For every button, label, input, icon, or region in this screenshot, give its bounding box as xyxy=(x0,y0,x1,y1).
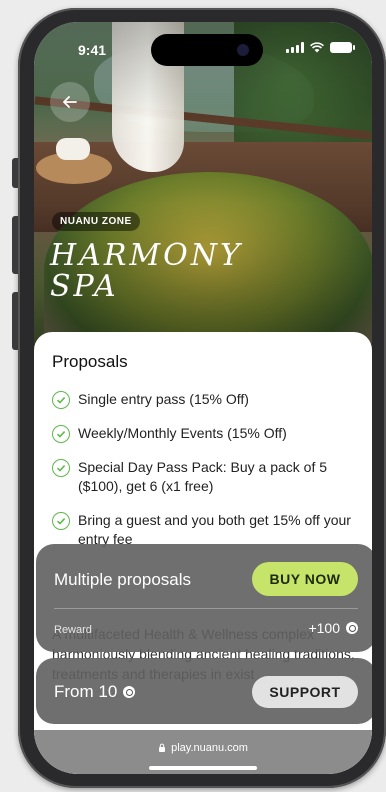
list-item: Weekly/Monthly Events (15% Off) xyxy=(52,424,362,443)
title-line-2: SPA xyxy=(50,269,119,304)
wifi-icon xyxy=(310,42,324,53)
url-value: play.nuanu.com xyxy=(171,742,248,754)
status-time: 9:41 xyxy=(78,42,107,58)
back-button[interactable] xyxy=(50,82,90,122)
check-circle-icon xyxy=(52,425,70,443)
coin-icon xyxy=(346,622,358,634)
reward-label: Reward xyxy=(54,624,92,636)
screen: 9:41 NUANU ZONE HARMONY SPA Proposals Si… xyxy=(34,22,372,774)
offer-label: Multiple proposals xyxy=(54,570,192,589)
lock-icon xyxy=(159,743,166,752)
home-indicator[interactable] xyxy=(149,766,257,770)
price-from: From 10 xyxy=(54,682,136,702)
battery-icon xyxy=(330,42,355,53)
proposals-heading: Proposals xyxy=(52,352,128,371)
title-line-1: HARMONY xyxy=(50,238,243,273)
dynamic-island xyxy=(151,34,263,66)
divider xyxy=(54,608,358,609)
zone-badge: NUANU ZONE xyxy=(52,212,140,231)
proposal-text: Special Day Pass Pack: Buy a pack of 5 (… xyxy=(78,459,328,494)
reward-value: +100 xyxy=(308,620,340,636)
offer-card: Multiple proposals BUY NOW Reward +100 xyxy=(36,544,372,652)
proposal-text: Weekly/Monthly Events (15% Off) xyxy=(78,425,287,441)
volume-down-button xyxy=(12,292,18,350)
price-value: From 10 xyxy=(54,682,118,701)
status-bar: 9:41 xyxy=(34,22,372,70)
url-text: play.nuanu.com xyxy=(34,742,372,754)
mute-switch xyxy=(12,158,18,188)
check-circle-icon xyxy=(52,512,70,530)
cellular-signal-icon xyxy=(286,42,304,53)
buy-now-button[interactable]: BUY NOW xyxy=(252,562,358,596)
list-item: Special Day Pass Pack: Buy a pack of 5 (… xyxy=(52,458,362,496)
page-title: HARMONY SPA xyxy=(50,240,300,302)
reward-amount: +100 xyxy=(308,620,358,636)
browser-url-bar[interactable]: play.nuanu.com xyxy=(34,730,372,774)
price-card: From 10 SUPPORT xyxy=(36,658,372,724)
coin-icon xyxy=(123,686,136,698)
arrow-left-icon xyxy=(63,96,77,108)
volume-up-button xyxy=(12,216,18,274)
list-item: Single entry pass (15% Off) xyxy=(52,390,362,409)
proposals-list: Single entry pass (15% Off) Weekly/Month… xyxy=(52,390,362,564)
support-button[interactable]: SUPPORT xyxy=(252,676,358,708)
check-circle-icon xyxy=(52,391,70,409)
check-circle-icon xyxy=(52,459,70,477)
proposal-text: Single entry pass (15% Off) xyxy=(78,391,249,407)
